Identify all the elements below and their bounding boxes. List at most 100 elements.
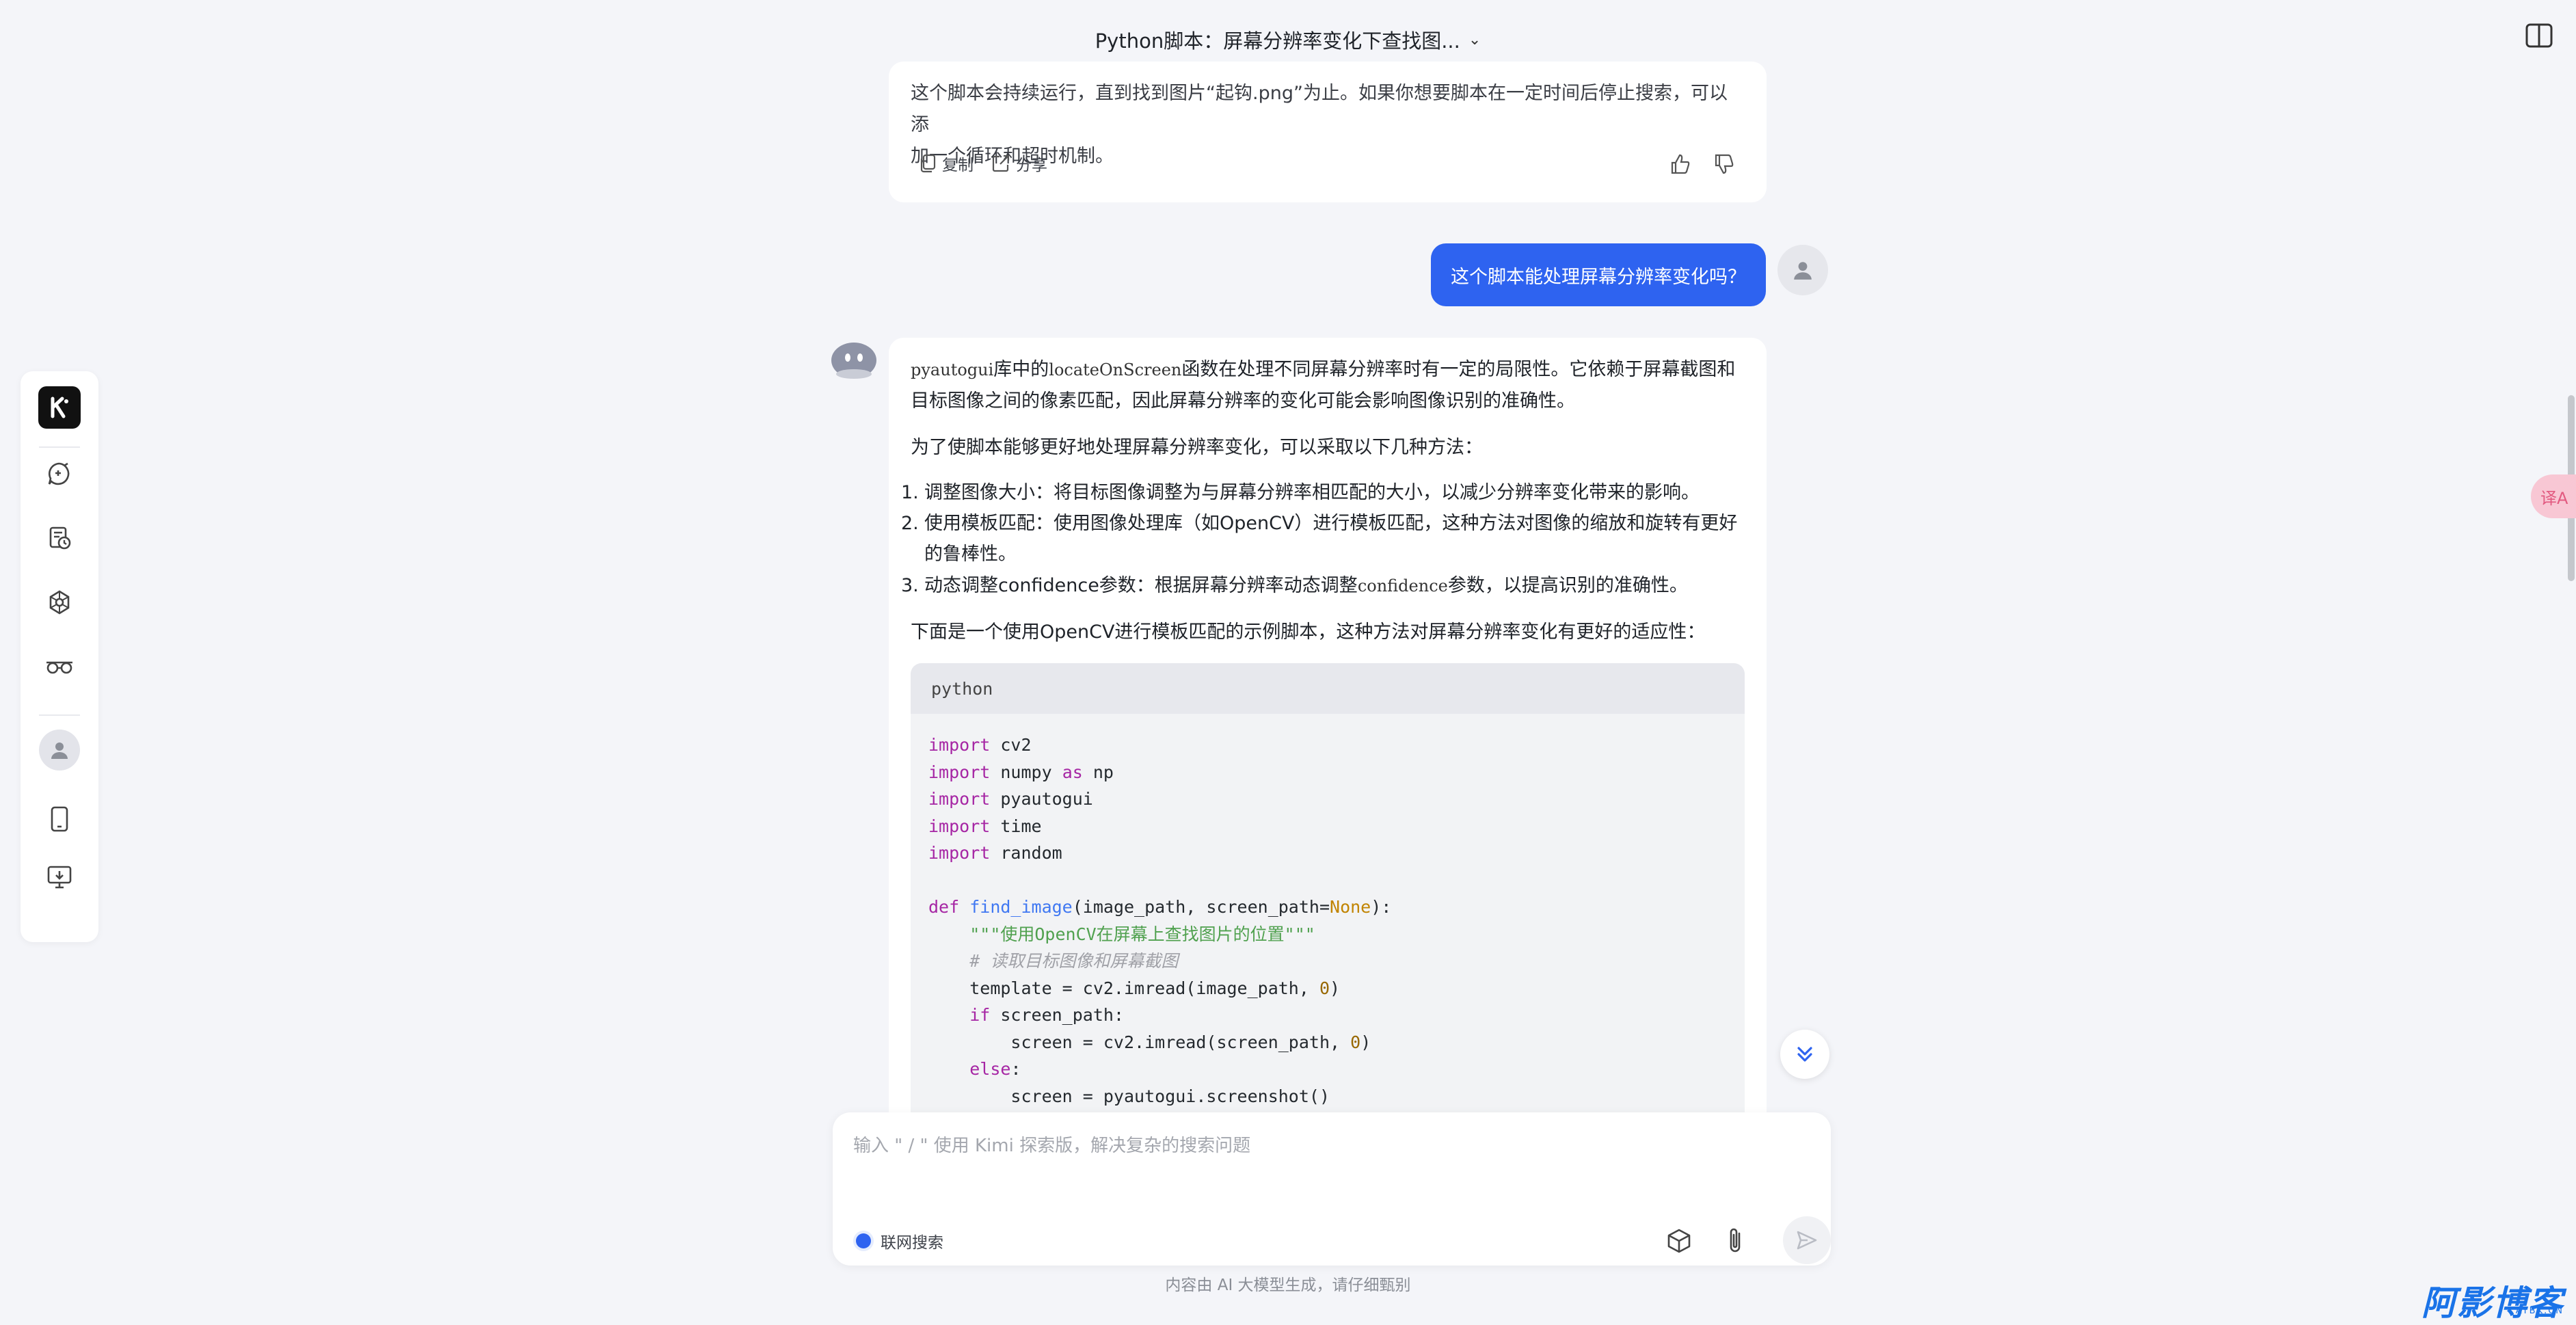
list-number: 1. [901, 482, 919, 503]
code-block: python import cv2 import numpy as np imp… [911, 663, 1745, 1117]
list-number: 2. [901, 513, 919, 534]
inline-code: locateOnScreen [1049, 360, 1182, 379]
desktop-app-icon[interactable] [39, 857, 80, 898]
chevron-down-icon[interactable]: ⌄ [1468, 31, 1481, 49]
user-message-bubble: 这个脚本能处理屏幕分辨率变化吗？ [1431, 243, 1766, 306]
code-keyword: if [969, 1005, 991, 1025]
double-chevron-down-icon [1797, 1047, 1812, 1062]
answer-text: 库中的 [993, 359, 1049, 380]
code-keyword: import [928, 843, 991, 863]
code-number: 0 [1319, 978, 1330, 998]
list-item-text: 使用模板匹配：使用图像处理库（如OpenCV）进行模板匹配，这种方法对图像的缩放… [924, 513, 1738, 534]
user-avatar-icon[interactable] [39, 730, 80, 771]
code-token: pyautogui [1000, 789, 1093, 809]
list-item-text: 参数，以提高识别的准确性。 [1447, 575, 1688, 596]
scroll-to-bottom-button[interactable] [1780, 1030, 1829, 1079]
previous-assistant-message: 这个脚本会持续运行，直到找到图片“起钩.png”为止。如果你想要脚本在一定时间后… [889, 62, 1767, 202]
send-button[interactable] [1783, 1216, 1831, 1264]
answer-paragraph-3: 下面是一个使用OpenCV进行模板匹配的示例脚本，这种方法对屏幕分辨率变化有更好… [911, 621, 1706, 643]
conversation-title[interactable]: Python脚本：屏幕分辨率变化下查找图... ⌄ [0, 21, 2576, 59]
left-sidebar [21, 371, 98, 942]
web-search-label: 联网搜索 [881, 1234, 943, 1252]
list-item-text: 动态调整confidence参数：根据屏幕分辨率动态调整 [924, 575, 1358, 596]
copy-label: 复制 [942, 157, 974, 174]
user-avatar[interactable] [1777, 245, 1828, 295]
chat-input-box[interactable]: 输入 " / " 使用 Kimi 探索版，解决复杂的搜索问题 联网搜索 [833, 1112, 1831, 1266]
code-constant: None [1330, 897, 1371, 917]
copy-button[interactable]: 复制 [919, 152, 974, 175]
new-chat-icon[interactable] [39, 453, 80, 494]
share-icon [992, 155, 1010, 172]
code-token: screen_path: [990, 1005, 1124, 1025]
watermark-subtext: AYBK.CN [2515, 1306, 2564, 1316]
send-icon [1797, 1231, 1817, 1250]
explore-glasses-icon[interactable] [39, 646, 80, 687]
code-token: : [1010, 1059, 1021, 1079]
code-token: template = cv2.imread(image_path, [969, 978, 1319, 998]
list-number: 3. [901, 575, 919, 596]
attachment-icon[interactable] [1715, 1220, 1756, 1261]
ai-disclaimer: 内容由 AI 大模型生成，请仔细甄别 [1165, 1276, 1411, 1294]
code-docstring: """使用OpenCV在屏幕上查找图片的位置""" [969, 924, 1315, 944]
code-comment: # 读取目标图像和屏幕截图 [969, 951, 1179, 971]
watermark-logo: 阿影博客 AYBK.CN [2421, 1276, 2564, 1325]
code-keyword: import [928, 816, 991, 836]
assistant-answer: pyautogui库中的locateOnScreen函数在处理不同屏幕分辨率时有… [889, 338, 1767, 1117]
code-token: ): [1371, 897, 1392, 917]
answer-paragraph-1: pyautogui库中的locateOnScreen函数在处理不同屏幕分辨率时有… [911, 354, 1752, 417]
toggle-indicator [856, 1233, 871, 1248]
code-keyword: import [928, 762, 991, 782]
code-content[interactable]: import cv2 import numpy as np import pya… [928, 732, 1391, 1110]
code-token: cv2 [1000, 735, 1032, 755]
mobile-app-icon[interactable] [39, 799, 80, 840]
code-token: ) [1330, 978, 1341, 998]
inline-code: pyautogui [911, 360, 994, 379]
conversation-title-text: Python脚本：屏幕分辨率变化下查找图... [1095, 29, 1460, 53]
answer-paragraph-2: 为了使脚本能够更好地处理屏幕分辨率变化，可以采取以下几种方法： [911, 437, 1483, 458]
share-button[interactable]: 分享 [991, 152, 1047, 175]
history-icon[interactable] [39, 518, 80, 559]
code-keyword: as [1062, 762, 1083, 782]
code-keyword: def [928, 897, 960, 917]
translate-button[interactable]: 译A [2531, 474, 2576, 518]
answer-text: 目标图像之间的像素匹配，因此屏幕分辨率的变化可能会影响图像识别的准确性。 [911, 390, 1575, 412]
list-item: 3. 动态调整confidence参数：根据屏幕分辨率动态调整confidenc… [901, 570, 1738, 602]
watermark-text: 阿影博客 [2421, 1283, 2564, 1323]
sidebar-divider [39, 714, 80, 716]
code-function-name: find_image [969, 897, 1073, 917]
sidebar-toggle-icon[interactable] [2525, 23, 2557, 51]
code-number: 0 [1350, 1032, 1361, 1052]
code-token: (image_path, screen_path= [1072, 897, 1330, 917]
kimi-logo-icon[interactable] [38, 386, 81, 429]
previous-message-line: 这个脚本会持续运行，直到找到图片“起钩.png”为止。如果你想要脚本在一定时间后… [911, 83, 1728, 135]
code-token: screen = pyautogui.screenshot() [1010, 1086, 1330, 1106]
chat-input-placeholder[interactable]: 输入 " / " 使用 Kimi 探索版，解决复杂的搜索问题 [853, 1132, 1250, 1157]
list-item: 2. 使用模板匹配：使用图像处理库（如OpenCV）进行模板匹配，这种方法对图像… [901, 508, 1738, 570]
user-message-text: 这个脚本能处理屏幕分辨率变化吗？ [1451, 266, 1746, 288]
user-avatar-icon [1794, 262, 1812, 280]
web-search-toggle[interactable]: 联网搜索 [852, 1227, 943, 1255]
code-token: ) [1360, 1032, 1371, 1052]
code-keyword: import [928, 735, 991, 755]
thumbs-up-icon[interactable] [1669, 153, 1691, 178]
sidebar-divider [39, 446, 80, 448]
code-token: numpy [1000, 762, 1052, 782]
list-item: 1. 调整图像大小：将目标图像调整为与屏幕分辨率相匹配的大小，以减少分辨率变化带… [901, 477, 1738, 508]
list-item-text: 的鲁棒性。 [924, 544, 1017, 565]
code-token: random [1000, 843, 1062, 863]
code-token: time [1000, 816, 1042, 836]
code-token: screen = cv2.imread(screen_path, [1010, 1032, 1351, 1052]
kimi-bot-avatar-icon [829, 340, 878, 382]
thumbs-down-icon[interactable] [1713, 153, 1735, 178]
cube-icon[interactable] [1659, 1220, 1700, 1261]
answer-text: 函数在处理不同屏幕分辨率时有一定的局限性。它依赖于屏幕截图和 [1181, 359, 1736, 380]
kimi-plus-icon[interactable] [39, 582, 80, 623]
code-keyword: import [928, 789, 991, 809]
copy-icon [920, 154, 936, 173]
inline-code: confidence [1357, 576, 1448, 595]
code-token: np [1092, 762, 1114, 782]
code-language-label: python [911, 663, 1745, 714]
list-item-text: 调整图像大小：将目标图像调整为与屏幕分辨率相匹配的大小，以减少分辨率变化带来的影… [924, 482, 1700, 503]
translate-icon: 译A [2540, 488, 2568, 508]
share-label: 分享 [1016, 157, 1047, 174]
